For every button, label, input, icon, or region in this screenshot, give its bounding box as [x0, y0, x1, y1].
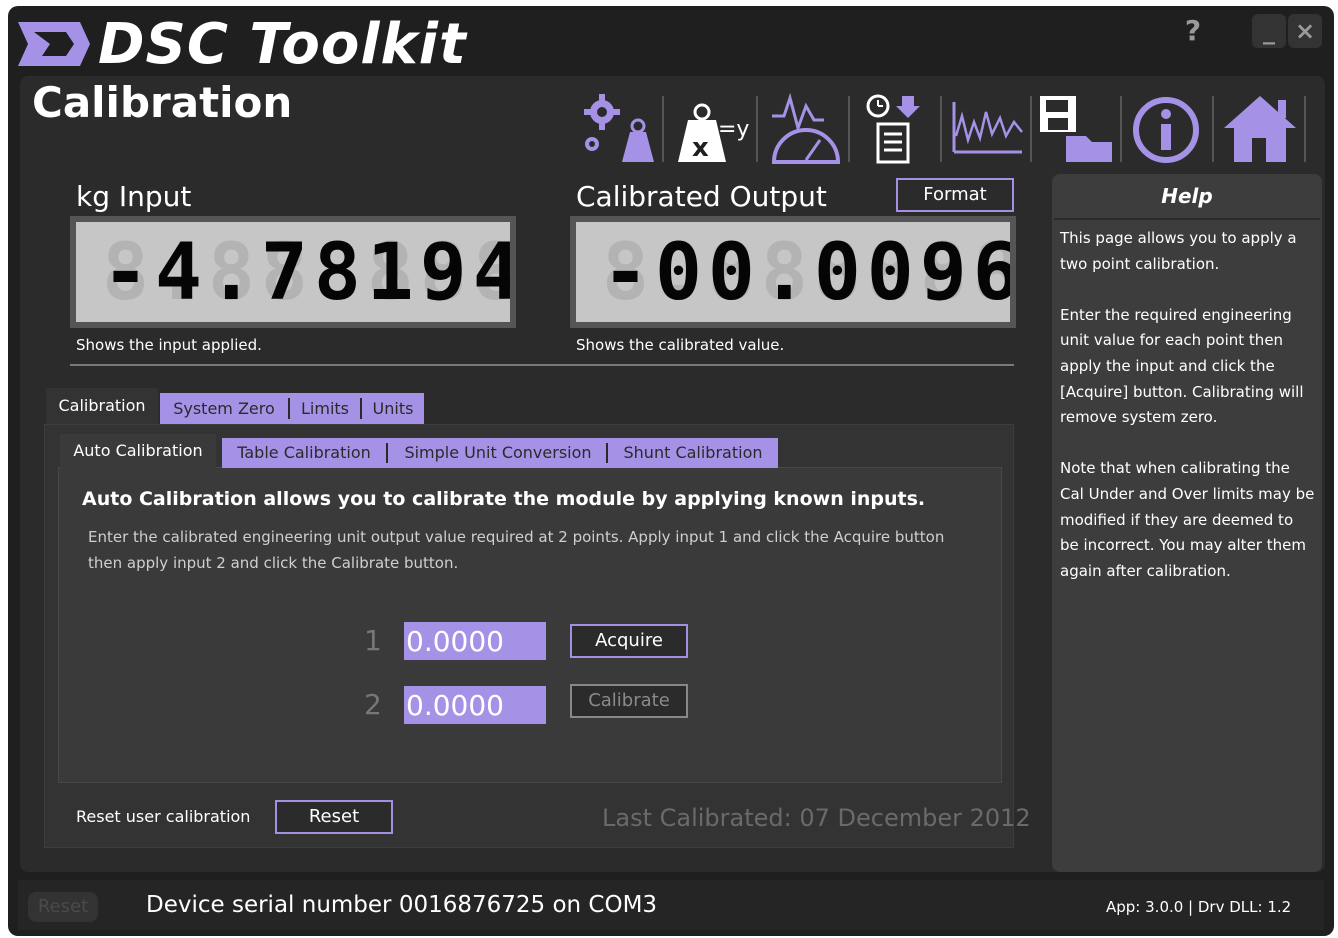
- format-button[interactable]: Format: [896, 178, 1014, 212]
- toolbar-separator: [1030, 96, 1032, 162]
- toolbar-separator: [1212, 96, 1214, 162]
- help-paragraph: Note that when calibrating the Cal Under…: [1060, 459, 1315, 580]
- help-button[interactable]: ?: [1176, 14, 1210, 48]
- point-2-label: 2: [364, 688, 382, 721]
- tab-limits[interactable]: Limits: [292, 393, 358, 424]
- acquire-button[interactable]: Acquire: [570, 624, 688, 658]
- tab-separator: [606, 443, 608, 463]
- tab-simple-unit-conversion[interactable]: Simple Unit Conversion: [392, 438, 604, 468]
- auto-cal-description: Enter the calibrated engineering unit ou…: [88, 528, 945, 572]
- last-calibrated: Last Calibrated: 07 December 2012: [602, 804, 1031, 832]
- calibrate-button[interactable]: Calibrate: [570, 684, 688, 718]
- output-caption: Shows the calibrated value.: [576, 336, 785, 354]
- input-value: -4.78194: [102, 228, 510, 318]
- output-value: -00.0096: [602, 228, 1010, 318]
- toolbar-separator: [940, 96, 942, 162]
- reset-calibration-button[interactable]: Reset: [275, 800, 393, 834]
- auto-cal-headline: Auto Calibration allows you to calibrate…: [82, 488, 926, 510]
- save-load-icon[interactable]: [1036, 92, 1116, 164]
- divider: [70, 364, 1014, 366]
- app-title: DSC Toolkit: [98, 12, 467, 77]
- close-button[interactable]: ×: [1288, 14, 1322, 48]
- info-icon[interactable]: [1128, 92, 1208, 164]
- tab-calibration[interactable]: Calibration: [46, 388, 158, 424]
- toolbar-separator: [1304, 96, 1306, 162]
- graph-icon[interactable]: [948, 92, 1028, 164]
- output-display: 8.888888 -00.0096: [576, 222, 1010, 322]
- output-label: Calibrated Output: [576, 180, 827, 213]
- version-info: App: 3.0.0 | Drv DLL: 1.2: [1106, 898, 1292, 916]
- toolbar-separator: [1120, 96, 1122, 162]
- tab-table-calibration[interactable]: Table Calibration: [228, 438, 380, 468]
- logging-icon[interactable]: [858, 92, 938, 164]
- svg-text:x: x: [692, 133, 709, 163]
- home-icon[interactable]: [1220, 92, 1300, 164]
- reset-calibration-label: Reset user calibration: [76, 807, 251, 826]
- toolbar-separator: [756, 96, 758, 162]
- status-reset-button[interactable]: Reset: [28, 892, 98, 922]
- tab-separator: [360, 398, 362, 419]
- tab-system-zero[interactable]: System Zero: [168, 393, 280, 424]
- svg-text:=y: =y: [718, 117, 749, 142]
- help-divider: [1054, 218, 1320, 220]
- settings-weight-icon[interactable]: [578, 92, 658, 164]
- tab-units[interactable]: Units: [364, 393, 422, 424]
- input-caption: Shows the input applied.: [76, 336, 262, 354]
- logo-icon: [18, 22, 90, 66]
- tab-shunt-calibration[interactable]: Shunt Calibration: [612, 438, 774, 468]
- help-paragraph: This page allows you to apply a two poin…: [1060, 229, 1297, 273]
- device-serial: Device serial number 0016876725 on COM3: [146, 892, 658, 918]
- formula-icon[interactable]: x =y: [672, 92, 752, 164]
- point-2-value-input[interactable]: [404, 686, 546, 724]
- minimize-button[interactable]: _: [1252, 14, 1286, 48]
- toolbar-separator: [662, 96, 664, 162]
- input-label: kg Input: [76, 180, 192, 213]
- tab-separator: [288, 398, 290, 419]
- tab-auto-calibration[interactable]: Auto Calibration: [60, 434, 216, 468]
- help-text: This page allows you to apply a two poin…: [1060, 226, 1316, 610]
- help-paragraph: Enter the required engineering unit valu…: [1060, 305, 1304, 427]
- gauge-icon[interactable]: [766, 92, 846, 164]
- page-title: Calibration: [32, 78, 293, 127]
- point-1-value-input[interactable]: [404, 622, 546, 660]
- help-title: Help: [1161, 184, 1213, 208]
- toolbar-separator: [848, 96, 850, 162]
- tab-separator: [386, 443, 388, 463]
- point-1-label: 1: [364, 624, 382, 657]
- input-display: 8.888888 -4.78194: [76, 222, 510, 322]
